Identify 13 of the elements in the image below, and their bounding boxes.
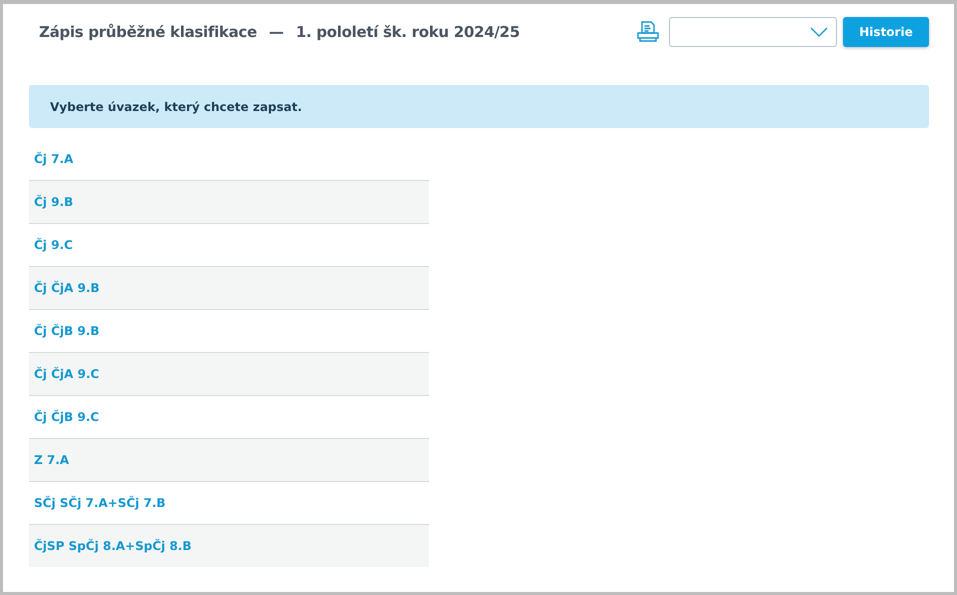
assignment-link[interactable]: ČjSP SpČj 8.A+SpČj 8.B	[29, 524, 429, 567]
period-title: 1. pololetí šk. roku 2024/25	[296, 23, 520, 41]
history-button[interactable]: Historie	[843, 17, 929, 47]
assignment-link[interactable]: Čj ČjA 9.B	[29, 266, 429, 309]
info-banner: Vyberte úvazek, který chcete zapsat.	[29, 85, 929, 128]
chevron-down-icon	[810, 27, 828, 37]
assignment-link[interactable]: Čj 9.B	[29, 180, 429, 223]
title-separator: —	[268, 23, 284, 41]
page-title: Zápis průběžné klasifikace	[39, 23, 257, 41]
assignment-link[interactable]: Čj ČjA 9.C	[29, 352, 429, 395]
select-field[interactable]	[669, 17, 837, 47]
printer-icon[interactable]	[636, 21, 660, 43]
assignment-link[interactable]: Z 7.A	[29, 438, 429, 481]
